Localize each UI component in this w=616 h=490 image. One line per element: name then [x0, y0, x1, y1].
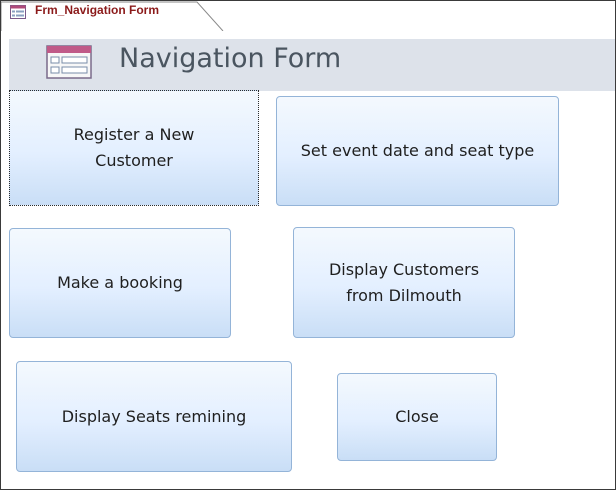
- form-window: Frm_Navigation Form Navigation Form Regi…: [0, 0, 616, 490]
- make-booking-label: Make a booking: [57, 273, 183, 292]
- set-event-date-button[interactable]: Set event date and seat type: [276, 96, 559, 206]
- close-button[interactable]: Close: [337, 373, 497, 461]
- tab-title: Frm_Navigation Form: [35, 3, 160, 17]
- display-seats-remaining-label: Display Seats remining: [61, 406, 247, 426]
- register-new-customer-button[interactable]: Register a New Customer: [9, 90, 259, 206]
- make-booking-button[interactable]: Make a booking: [9, 228, 231, 338]
- tab-frm-navigation-form[interactable]: Frm_Navigation Form: [1, 1, 225, 31]
- register-new-customer-label: Register a New Customer: [73, 125, 195, 170]
- form-title: Navigation Form: [119, 43, 342, 74]
- form-header: Navigation Form: [9, 39, 615, 91]
- display-customers-dilmouth-label: Display Customers from Dilmouth: [328, 259, 480, 305]
- display-seats-remaining-button[interactable]: Display Seats remining: [16, 361, 292, 472]
- document-tab-strip: Frm_Navigation Form: [1, 1, 615, 31]
- display-customers-dilmouth-button[interactable]: Display Customers from Dilmouth: [293, 227, 515, 338]
- set-event-date-label: Set event date and seat type: [300, 141, 535, 160]
- form-icon: [46, 45, 92, 79]
- form-icon: [10, 5, 26, 19]
- close-label: Close: [395, 407, 439, 426]
